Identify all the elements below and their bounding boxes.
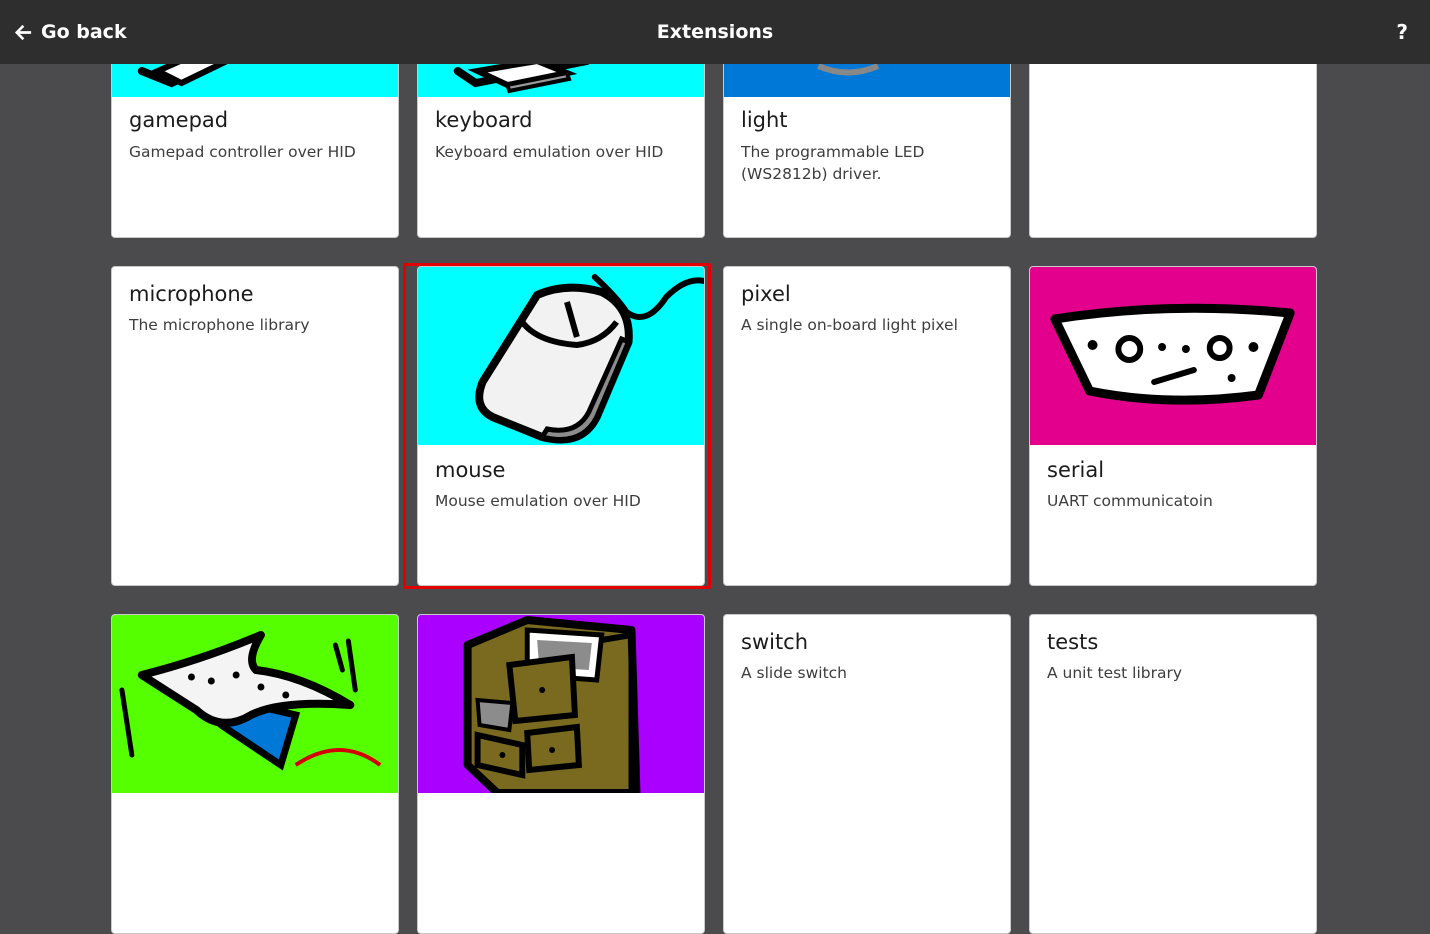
help-button[interactable]: ? (1396, 0, 1408, 64)
extension-card-pixel[interactable]: pixel A single on-board light pixel (723, 266, 1011, 586)
extension-card-storage[interactable] (417, 614, 705, 934)
extension-card-mouse[interactable]: mouse Mouse emulation over HID (417, 266, 705, 586)
extension-description: Mouse emulation over HID (435, 492, 641, 510)
extension-card-servo[interactable] (111, 614, 399, 934)
servo-star-image (112, 615, 398, 793)
extension-name: pixel (741, 282, 791, 306)
extension-description: Gamepad controller over HID (129, 143, 356, 161)
extension-name: microphone (129, 282, 254, 306)
extension-description: A unit test library (1047, 664, 1183, 682)
page-title: Extensions (656, 21, 774, 43)
extension-description: Keyboard emulation over HID (435, 143, 664, 161)
extension-name: mouse (435, 458, 506, 482)
extension-name: switch (741, 630, 809, 654)
extension-name: gamepad (129, 108, 229, 132)
extension-card-switch[interactable]: switch A slide switch (723, 614, 1011, 934)
go-back-label: Go back (41, 21, 127, 43)
extension-name: light (741, 108, 788, 132)
go-back-button[interactable]: Go back (14, 0, 127, 64)
extension-name: keyboard (435, 108, 533, 132)
extension-card-tests[interactable]: tests A unit test library (1029, 614, 1317, 934)
extension-description: UART communicatoin (1047, 492, 1213, 510)
extension-description: A slide switch (741, 664, 848, 682)
header-bar: Go back Extensions ? (0, 0, 1430, 64)
extension-name: tests (1047, 630, 1099, 654)
extension-card-serial[interactable]: serial UART communicatoin (1029, 266, 1317, 586)
extension-description: The programmable LED (WS2812b) driver. (741, 143, 925, 183)
extension-name: serial (1047, 458, 1105, 482)
storage-drawers-image (418, 615, 704, 793)
extension-description: The microphone library (129, 316, 310, 334)
arrow-left-icon (14, 24, 32, 40)
extension-description: A single on-board light pixel (741, 316, 958, 334)
serial-connector-image (1030, 267, 1316, 445)
extension-card-microphone[interactable]: microphone The microphone library (111, 266, 399, 586)
mouse-image (418, 267, 704, 445)
